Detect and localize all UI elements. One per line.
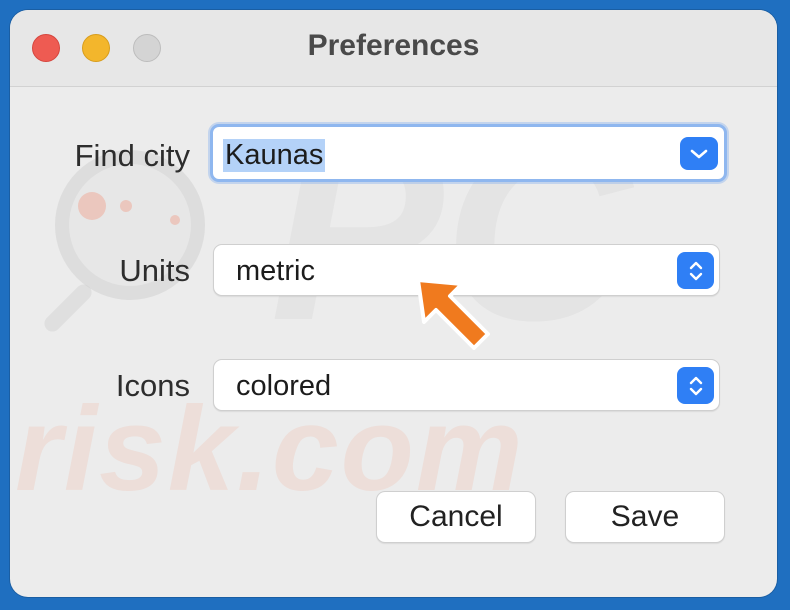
- units-label: Units: [119, 253, 190, 288]
- up-down-chevron-icon: [689, 261, 702, 280]
- icons-label: Icons: [115, 368, 190, 403]
- find-city-label: Find city: [74, 138, 190, 173]
- watermark-dot: [78, 192, 106, 220]
- window-title: Preferences: [307, 29, 480, 62]
- cancel-button[interactable]: Cancel: [376, 491, 536, 543]
- title-bar: Preferences: [10, 10, 777, 87]
- watermark-dot: [170, 215, 180, 225]
- icons-value: colored: [236, 370, 332, 402]
- units-stepper-icon-box: [677, 252, 714, 289]
- up-down-chevron-icon: [689, 376, 702, 395]
- pointer-arrow-icon: [416, 278, 490, 350]
- save-button[interactable]: Save: [565, 491, 725, 543]
- icons-popup-button[interactable]: colored: [213, 359, 720, 411]
- find-city-combobox[interactable]: Kaunas: [210, 124, 727, 182]
- watermark-dot: [120, 200, 132, 212]
- find-city-dropdown-button[interactable]: [680, 137, 718, 170]
- find-city-value[interactable]: Kaunas: [223, 139, 326, 172]
- icons-stepper-icon-box: [677, 367, 714, 404]
- units-value: metric: [236, 255, 315, 287]
- chevron-down-icon: [690, 149, 708, 158]
